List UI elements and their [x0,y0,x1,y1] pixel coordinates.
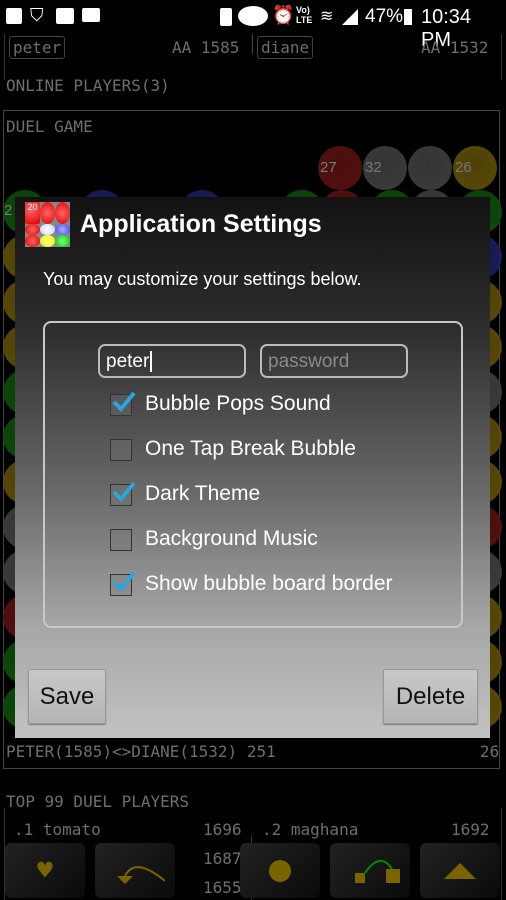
player-rank[interactable]: .1 tomato [14,820,101,839]
player-score: 1696 [203,820,242,839]
bubble-number: 2 [4,202,13,219]
checkmark-icon [112,391,136,412]
checkbox-background-music[interactable] [110,529,132,551]
chat-bubble-icon [238,6,268,26]
checkbox-label[interactable]: Bubble Pops Sound [145,392,331,416]
image-notification-icon [6,8,22,24]
triangle-up-icon [444,862,476,879]
right-player-name[interactable]: diane [257,36,314,59]
connect-button[interactable] [330,843,410,898]
player-score: 1692 [451,820,490,839]
checkbox-one-tap-break-bubble[interactable] [110,439,132,461]
like-button[interactable]: ♥ [5,843,85,898]
password-input[interactable]: password [260,344,408,378]
alarm-icon: ⏰ [272,5,295,25]
dialog-title: Application Settings [80,210,322,238]
duel-status-right: 26 [480,742,500,761]
battery-percent: 47% [365,6,404,27]
checkbox-bubble-pops-sound[interactable] [110,391,136,416]
right-player-rating: AA 1532 [421,38,489,57]
app-icon-number: 20 [25,202,40,224]
settings-dialog: 20 Application Settings You may customiz… [15,197,490,738]
battery-saver-icon [220,8,232,26]
checkbox-label[interactable]: Show bubble board border [145,572,393,596]
left-player-rating: AA 1585 [172,38,240,57]
volte-icon: Vo) LTE [296,5,313,25]
bubble-number: 27 [320,159,337,176]
wifi-icon: ≋ [320,8,334,25]
signal-icon [342,9,358,25]
save-button[interactable]: Save [28,669,106,724]
duel-status: PETER(1585)<>DIANE(1532) 251 [6,742,276,761]
left-player-name[interactable]: peter [9,36,66,59]
undo-arrow-icon [117,865,165,884]
voicemail-icon [56,8,74,24]
checkbox-dark-theme[interactable] [110,481,136,506]
checkbox-label[interactable]: One Tap Break Bubble [145,437,356,461]
message-icon [82,8,100,22]
bubble-number: 32 [365,159,382,176]
up-button[interactable] [420,843,500,898]
shield-wifi-icon: ⛉ [30,5,44,25]
bubble-number: 26 [455,159,472,176]
duel-game-title: DUEL GAME [6,117,93,136]
username-input[interactable]: peter [98,344,246,378]
circle-icon [269,859,291,882]
bubble-button[interactable] [240,843,320,898]
checkbox-label[interactable]: Dark Theme [145,482,260,506]
checkbox-show-bubble-board-border[interactable] [110,571,136,596]
link-shapes-icon [355,859,400,883]
checkmark-icon [112,571,136,592]
player-score: 1655 [203,878,242,897]
dialog-subtitle: You may customize your settings below. [43,269,362,289]
player-score: 1687 [203,849,242,868]
online-players-label[interactable]: ONLINE PLAYERS(3) [6,76,170,95]
checkbox-label[interactable]: Background Music [145,527,318,551]
heart-icon: ♥ [37,855,53,886]
app-icon: 20 [25,202,70,247]
bubble[interactable] [408,146,452,190]
undo-button[interactable] [95,843,175,898]
divider [252,34,253,54]
delete-button[interactable]: Delete [383,669,478,724]
status-bar: ⛉ ⏰ Vo) LTE ≋ 47% 10:34 PM [0,0,506,51]
battery-icon [404,9,412,25]
checkmark-icon [112,481,136,502]
player-rank[interactable]: .2 maghana [262,820,358,839]
